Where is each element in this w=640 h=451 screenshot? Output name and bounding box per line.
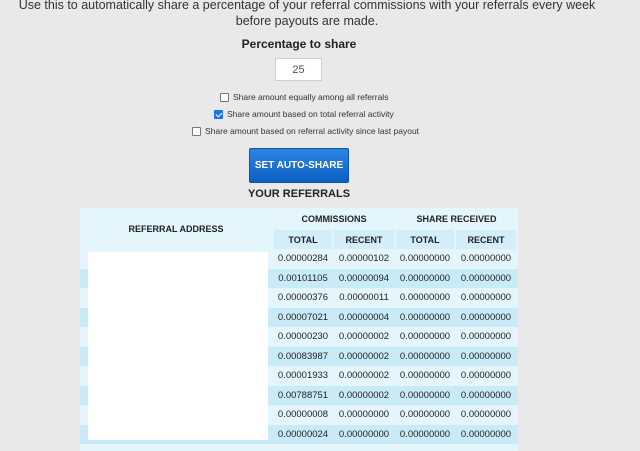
table-cell: 0.00000004 (338, 311, 390, 323)
table-cell: 0.00000024 (277, 428, 329, 440)
percentage-title: Percentage to share (241, 37, 357, 51)
table-cell: 0.00000000 (460, 350, 512, 362)
table-cell: 0.00000000 (399, 253, 451, 265)
table-cell: 0.00083987 (277, 350, 329, 362)
table-cell: 0.00000000 (460, 331, 512, 343)
table-cell: 0.00000000 (460, 389, 512, 401)
table-cell: 0.00000102 (338, 253, 390, 265)
table-cell: 0.00000000 (399, 370, 451, 382)
table-cell: 0.00101105 (278, 272, 328, 284)
table-cell: 0.00000284 (277, 253, 329, 265)
intro-text: Use this to automatically share a percen… (18, 0, 596, 28)
table-cell: 0.00000094 (338, 272, 390, 284)
table-cell: 0.00007021 (277, 311, 329, 323)
checkbox-total-activity[interactable] (214, 109, 223, 119)
option-label: Share amount based on total referral act… (227, 109, 394, 119)
redacted-addresses (88, 252, 268, 440)
header-share-received: SHARE RECEIVED (395, 208, 518, 229)
table-cell: 0.00000000 (460, 292, 512, 304)
table-cell: 0.00000008 (277, 409, 329, 421)
header-share-recent: RECENT (456, 230, 516, 249)
option-share-since-payout[interactable]: Share amount based on referral activity … (192, 124, 419, 138)
table-cell: 0.00000000 (399, 272, 451, 284)
option-label: Share amount equally among all referrals (233, 92, 389, 102)
table-cell: 0.00000000 (338, 409, 390, 421)
header-referral-address: REFERRAL ADDRESS (80, 208, 272, 250)
table-cell: 0.00000011 (339, 292, 389, 304)
table-cell: 0.00000000 (399, 428, 451, 440)
option-share-equally[interactable]: Share amount equally among all referrals (220, 90, 388, 104)
referrals-title: YOUR REFERRALS (247, 188, 351, 200)
table-cell: 0.00000000 (460, 409, 512, 421)
checkbox-since-payout[interactable] (192, 126, 201, 136)
header-commissions: COMMISSIONS (273, 208, 395, 229)
table-cell: 0.00000000 (399, 311, 451, 323)
table-cell: 0.00000002 (338, 331, 390, 343)
percentage-input[interactable] (275, 58, 322, 81)
table-cell: 0.00000002 (338, 389, 390, 401)
table-cell: 0.00000000 (460, 370, 512, 382)
header-commissions-recent: RECENT (334, 230, 394, 249)
table-cell: 0.00788751 (277, 389, 329, 401)
table-cell: 0.00001933 (277, 370, 329, 382)
table-cell: 0.00000000 (399, 389, 451, 401)
table-cell: 0.00000376 (277, 292, 329, 304)
table-cell: 0.00000230 (277, 331, 329, 343)
table-cell: 0.00000000 (460, 272, 512, 284)
table-cell: 0.00000000 (338, 428, 390, 440)
table-cell: 0.00000000 (460, 253, 512, 265)
table-cell: 0.00000002 (338, 350, 390, 362)
table-cell: 0.00000000 (399, 292, 451, 304)
option-share-total-activity[interactable]: Share amount based on total referral act… (214, 107, 394, 121)
table-cell: 0.00000002 (338, 370, 390, 382)
header-share-total: TOTAL (396, 230, 454, 249)
table-cell: 0.00000000 (460, 428, 512, 440)
table-cell: 0.00000000 (460, 311, 512, 323)
table-cell: 0.00000000 (399, 331, 451, 343)
option-label: Share amount based on referral activity … (205, 126, 420, 136)
table-cell: 0.00000000 (399, 350, 451, 362)
header-commissions-total: TOTAL (274, 230, 332, 249)
checkbox-equally[interactable] (220, 92, 229, 102)
set-auto-share-button[interactable]: SET AUTO-SHARE (249, 148, 349, 183)
table-cell: 0.00000000 (399, 409, 451, 421)
